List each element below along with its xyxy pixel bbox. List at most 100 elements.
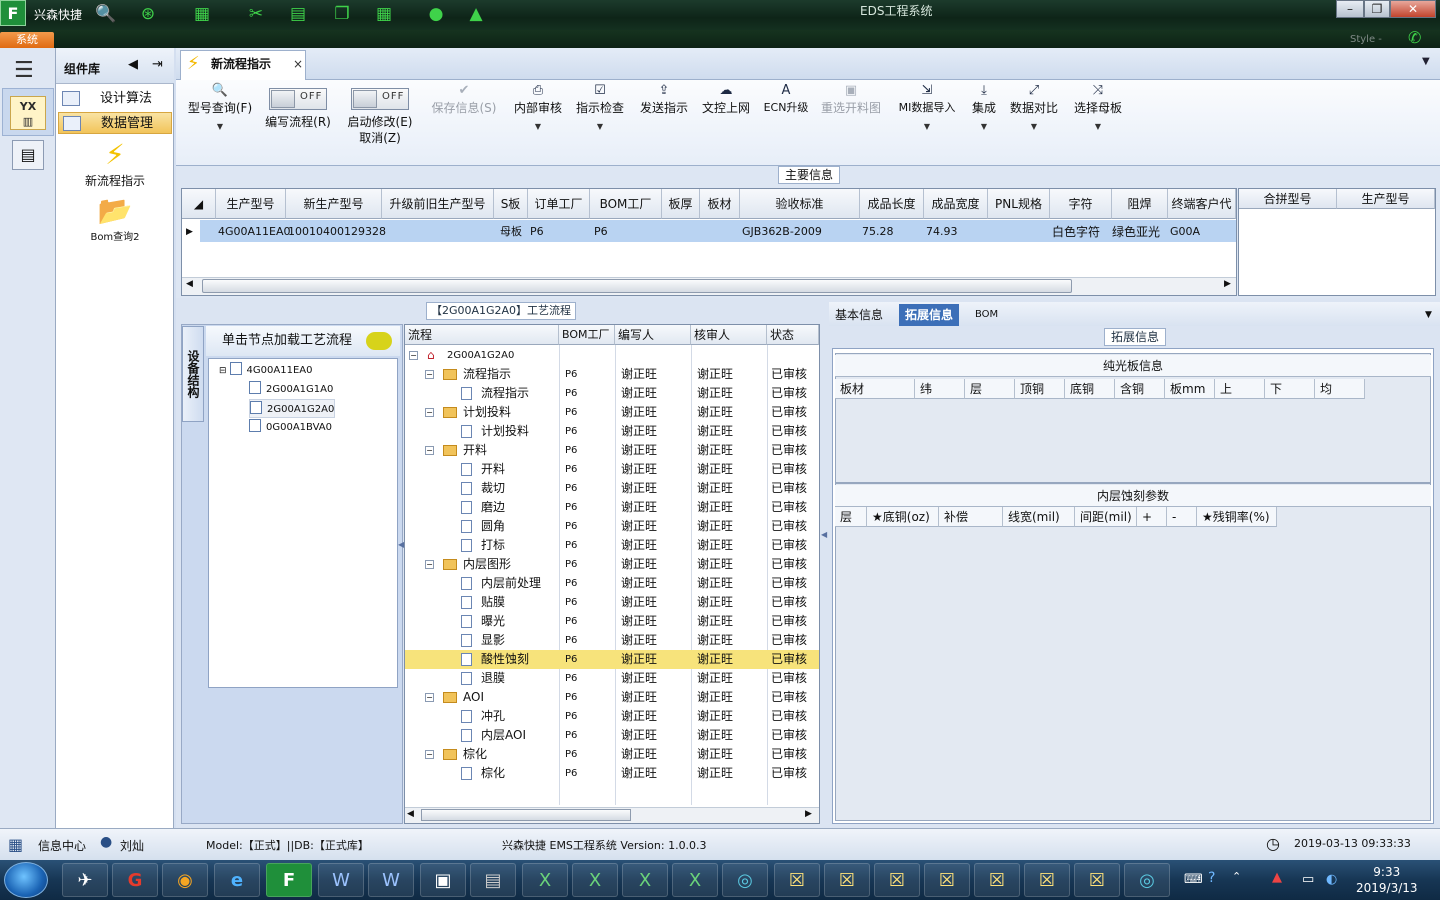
- comp-item-design-algo[interactable]: 设计算法: [58, 88, 172, 110]
- col-header[interactable]: 阻焊: [1112, 189, 1168, 219]
- flow-row[interactable]: − 开料 P6 谢正旺 谢正旺 已审核: [405, 441, 819, 460]
- col-header[interactable]: +: [1137, 507, 1167, 527]
- collapse-icon[interactable]: −: [425, 750, 434, 759]
- col-header[interactable]: 补偿: [939, 507, 1003, 527]
- col-header[interactable]: 流程: [405, 325, 559, 345]
- col-header[interactable]: 核审人: [691, 325, 767, 345]
- internal-review-button[interactable]: ⎙ 内部审核 ▼: [510, 82, 566, 162]
- doc-control-upload-button[interactable]: ☁ 文控上网: [698, 82, 754, 162]
- flow-row[interactable]: 流程指示 P6 谢正旺 谢正旺 已审核: [405, 384, 819, 403]
- col-header[interactable]: 均: [1315, 379, 1365, 399]
- col-header[interactable]: 生产型号: [1337, 189, 1435, 209]
- reselect-cutting-button[interactable]: ▣ 重选开料图: [818, 82, 884, 162]
- scroll-right-icon[interactable]: ▶: [805, 809, 812, 819]
- close-button[interactable]: ✕: [1390, 0, 1436, 18]
- info-center-link[interactable]: 信息中心: [38, 837, 86, 854]
- col-header[interactable]: 订单工厂: [528, 189, 590, 219]
- toggle-switch[interactable]: OFF: [269, 88, 327, 110]
- flow-row[interactable]: 贴膜 P6 谢正旺 谢正旺 已审核: [405, 593, 819, 612]
- col-header[interactable]: 状态: [767, 325, 819, 345]
- help-icon[interactable]: ?: [1208, 870, 1215, 886]
- cell[interactable]: P6: [594, 221, 608, 243]
- grid-icon[interactable]: ▦: [190, 3, 214, 25]
- collapse-icon[interactable]: −: [409, 351, 418, 360]
- hamburger-icon[interactable]: ☰: [14, 58, 34, 83]
- col-header[interactable]: 下: [1265, 379, 1315, 399]
- col-header[interactable]: ★残铜率(%): [1197, 507, 1277, 527]
- scroll-right-icon[interactable]: ▶: [1224, 279, 1231, 289]
- user-icon[interactable]: ●: [424, 3, 448, 25]
- app-disc-icon[interactable]: ◎: [722, 863, 768, 897]
- windows-start-icon[interactable]: [4, 862, 48, 898]
- write-flow-toggle[interactable]: OFF 编写流程(R): [260, 82, 336, 162]
- tray-arrow-icon[interactable]: ⌃: [1232, 870, 1241, 883]
- chevron-down-icon[interactable]: ▼: [1425, 310, 1432, 320]
- col-header[interactable]: 层: [835, 507, 867, 527]
- col-header[interactable]: 间距(mil): [1075, 507, 1137, 527]
- tab-close-icon[interactable]: ×: [293, 51, 303, 77]
- tree-node[interactable]: ⊟ 4G00A11EA0: [219, 361, 312, 380]
- tree-node[interactable]: 2G00A1G1A0: [249, 380, 333, 399]
- cell[interactable]: 4G00A11EA0: [218, 221, 291, 243]
- cell[interactable]: G00A: [1170, 221, 1200, 243]
- col-header[interactable]: 成品宽度: [924, 189, 988, 219]
- excel-icon[interactable]: X: [522, 863, 568, 897]
- cell[interactable]: GJB362B-2009: [742, 221, 822, 243]
- arrow-left-icon[interactable]: ◀: [128, 57, 138, 72]
- cell[interactable]: 绿色亚光: [1112, 221, 1160, 243]
- app-disc-icon[interactable]: ◎: [1124, 863, 1170, 897]
- col-header[interactable]: 字符: [1050, 189, 1112, 219]
- flow-row[interactable]: 曝光 P6 谢正旺 谢正旺 已审核: [405, 612, 819, 631]
- excel-icon[interactable]: X: [672, 863, 718, 897]
- collapse-icon[interactable]: −: [425, 446, 434, 455]
- col-header[interactable]: 验收标准: [740, 189, 860, 219]
- copy-icon[interactable]: ❐: [330, 3, 354, 25]
- scanner-icon[interactable]: ▤: [470, 863, 516, 897]
- cell[interactable]: 白色字符: [1052, 221, 1100, 243]
- flow-row[interactable]: − 计划投料 P6 谢正旺 谢正旺 已审核: [405, 403, 819, 422]
- pin-icon[interactable]: ⇥: [152, 57, 163, 72]
- maximize-button[interactable]: ❐: [1364, 0, 1390, 18]
- flow-row[interactable]: 冲孔 P6 谢正旺 谢正旺 已审核: [405, 707, 819, 726]
- tab-extended-info[interactable]: 拓展信息: [899, 304, 960, 326]
- model-query-button[interactable]: 🔍 型号查询(F) ▼: [182, 82, 258, 162]
- mi-import-button[interactable]: ⇲ MI数据导入 ▼: [892, 82, 962, 162]
- tab-new-flow[interactable]: ⚡ 新流程指示 ×: [180, 50, 306, 80]
- col-header[interactable]: PNL规格: [988, 189, 1050, 219]
- flow-row[interactable]: − 流程指示 P6 谢正旺 谢正旺 已审核: [405, 365, 819, 384]
- collapse-icon[interactable]: −: [425, 693, 434, 702]
- col-header[interactable]: 线宽(mil): [1003, 507, 1075, 527]
- tree-node[interactable]: 0G00A1BVA0: [249, 418, 332, 437]
- save-info-button[interactable]: ✔ 保存信息(S): [428, 82, 500, 162]
- flow-row[interactable]: 显影 P6 谢正旺 谢正旺 已审核: [405, 631, 819, 650]
- flow-row[interactable]: 打标 P6 谢正旺 谢正旺 已审核: [405, 536, 819, 555]
- data-compare-button[interactable]: ⤢ 数据对比 ▼: [1008, 82, 1060, 162]
- flow-row[interactable]: 圆角 P6 谢正旺 谢正旺 已审核: [405, 517, 819, 536]
- scroll-left-icon[interactable]: ◀: [407, 809, 414, 819]
- collapse-icon[interactable]: −: [425, 560, 434, 569]
- flow-row[interactable]: − AOI P6 谢正旺 谢正旺 已审核: [405, 688, 819, 707]
- tab-basic-info[interactable]: 基本信息: [829, 304, 889, 326]
- col-header[interactable]: 板厚: [662, 189, 700, 219]
- col-header[interactable]: 板mm: [1165, 379, 1215, 399]
- save-disk-icon[interactable]: ▣: [420, 863, 466, 897]
- col-header[interactable]: 板材: [835, 379, 915, 399]
- app-x-window-icon[interactable]: ☒: [1074, 863, 1120, 897]
- tab-bom[interactable]: BOM: [969, 304, 1004, 326]
- col-header[interactable]: ★底铜(oz): [867, 507, 939, 527]
- apps-icon[interactable]: ▦: [372, 3, 396, 25]
- integrate-button[interactable]: ⤓ 集成 ▼: [966, 82, 1002, 162]
- col-header[interactable]: BOM工厂: [559, 325, 615, 345]
- flow-row[interactable]: 退膜 P6 谢正旺 谢正旺 已审核: [405, 669, 819, 688]
- start-modify-toggle[interactable]: OFF 启动修改(E) 取消(Z): [342, 82, 418, 162]
- tray-app-icon[interactable]: ▲: [1272, 870, 1282, 885]
- cell[interactable]: P6: [530, 221, 544, 243]
- network-icon[interactable]: ▭: [1302, 872, 1314, 887]
- col-header[interactable]: 层: [965, 379, 1015, 399]
- search-icon[interactable]: 🔍: [94, 3, 118, 25]
- flow-row[interactable]: 内层AOI P6 谢正旺 谢正旺 已审核: [405, 726, 819, 745]
- collapse-icon[interactable]: −: [425, 370, 434, 379]
- phone-icon[interactable]: ✆: [1408, 28, 1421, 47]
- collapse-icon[interactable]: ⊟: [219, 366, 227, 376]
- col-header[interactable]: BOM工厂: [590, 189, 662, 219]
